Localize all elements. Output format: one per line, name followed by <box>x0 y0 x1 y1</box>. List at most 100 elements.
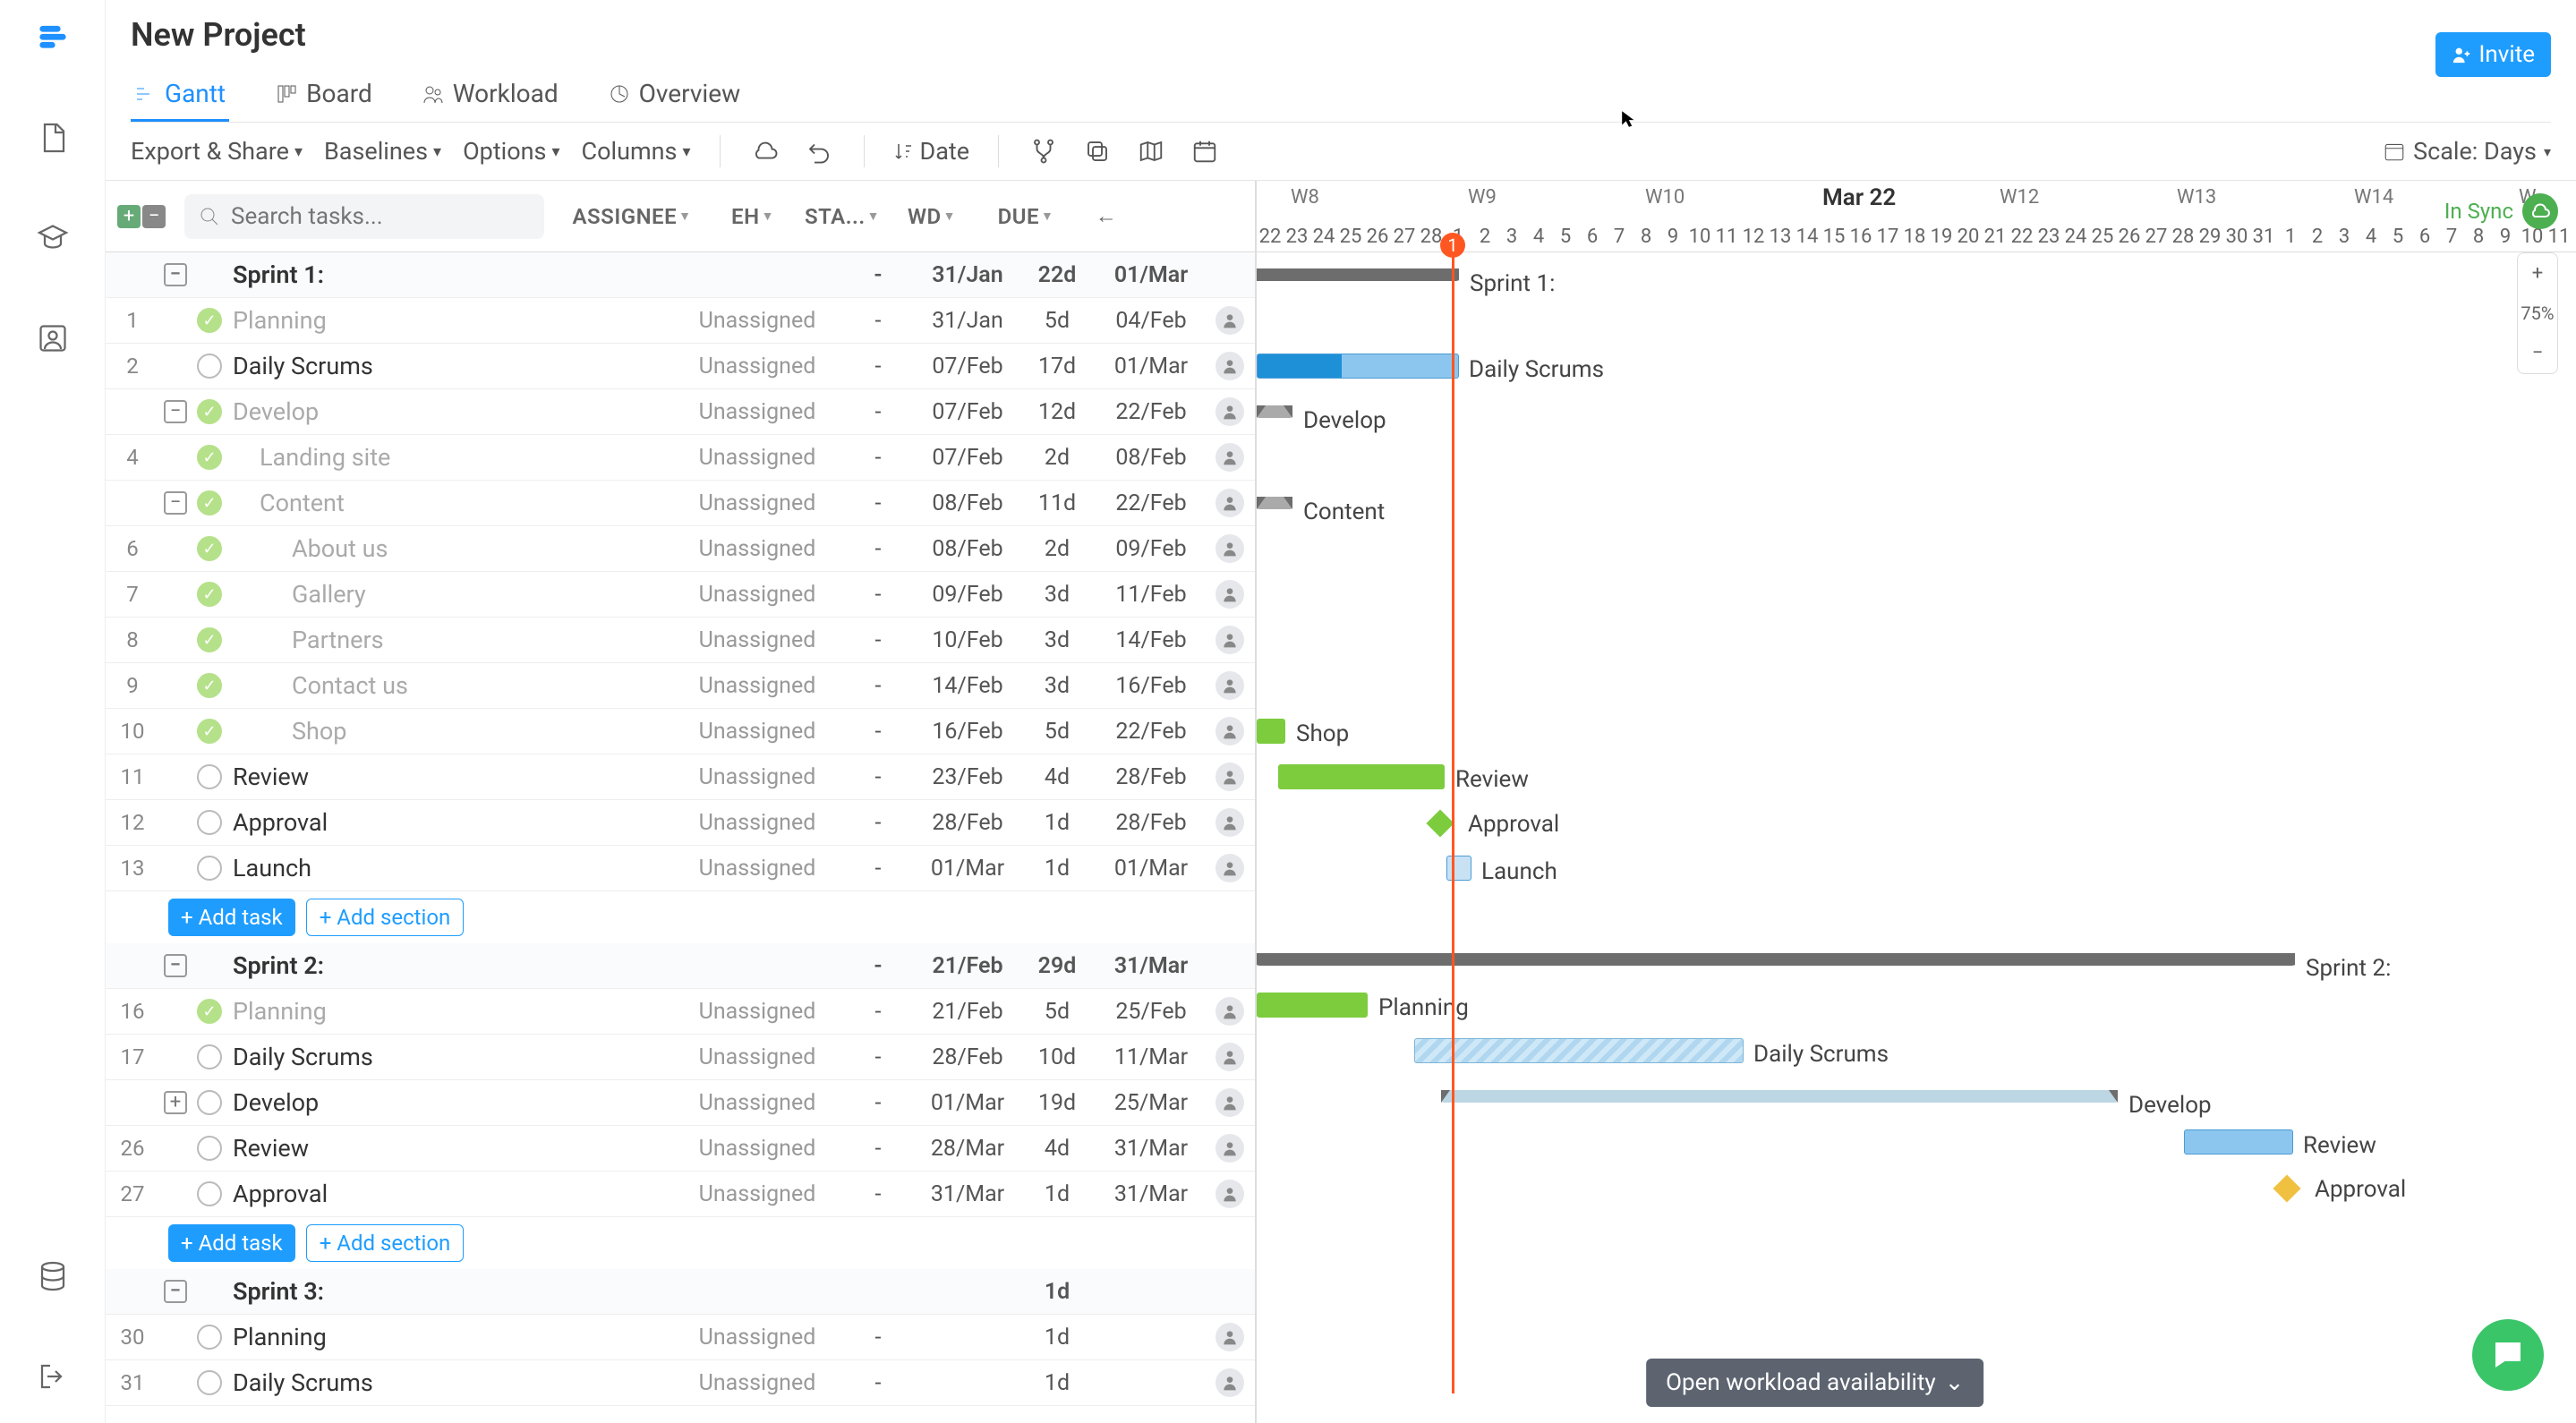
collapse-toggle[interactable] <box>159 1280 192 1303</box>
task-row[interactable]: 2Daily ScrumsUnassigned-07/Feb17d01/Mar <box>106 344 1255 389</box>
workload-availability-button[interactable]: Open workload availability⌄ <box>1646 1359 1983 1407</box>
assignee-avatar[interactable] <box>1205 1180 1255 1208</box>
branch-icon[interactable] <box>1028 135 1060 167</box>
task-row[interactable]: 13LaunchUnassigned-01/Mar1d01/Mar <box>106 846 1255 891</box>
status-icon[interactable] <box>192 764 227 789</box>
copy-icon[interactable] <box>1081 135 1113 167</box>
assignee-avatar[interactable] <box>1205 808 1255 837</box>
task-row[interactable]: 11ReviewUnassigned-23/Feb4d28/Feb <box>106 754 1255 800</box>
tab-workload[interactable]: Workload <box>419 68 562 122</box>
add-task-button[interactable]: + Add task <box>168 899 295 936</box>
gantt-bar[interactable]: Content <box>1257 497 1292 509</box>
assignee-avatar[interactable] <box>1205 1368 1255 1397</box>
milestone[interactable] <box>1426 809 1454 837</box>
contacts-icon[interactable] <box>33 319 73 358</box>
collapse-toggle[interactable] <box>159 263 192 286</box>
scale-dropdown[interactable]: Scale: Days▾ <box>2383 137 2551 166</box>
assignee-avatar[interactable] <box>1205 717 1255 746</box>
invite-button[interactable]: Invite <box>2435 32 2551 77</box>
gantt-bar[interactable]: Sprint 2: <box>1257 953 2295 966</box>
tab-board[interactable]: Board <box>272 68 376 122</box>
task-row[interactable]: 27ApprovalUnassigned-31/Mar1d31/Mar <box>106 1172 1255 1217</box>
calendar-icon[interactable] <box>1189 135 1221 167</box>
status-icon[interactable] <box>192 1181 227 1206</box>
status-icon[interactable] <box>192 719 227 744</box>
assignee-avatar[interactable] <box>1205 534 1255 563</box>
add-task-button[interactable]: + Add task <box>168 1224 295 1262</box>
search-box[interactable] <box>184 194 544 239</box>
collapse-toggle[interactable] <box>159 954 192 977</box>
status-icon[interactable] <box>192 582 227 607</box>
options-dropdown[interactable]: Options <box>463 137 559 166</box>
assignee-avatar[interactable] <box>1205 997 1255 1026</box>
task-row[interactable]: 12ApprovalUnassigned-28/Feb1d28/Feb <box>106 800 1255 846</box>
status-icon[interactable] <box>192 999 227 1024</box>
gantt-bar[interactable]: Planning <box>1257 993 1368 1018</box>
task-row[interactable]: DevelopUnassigned-01/Mar19d25/Mar <box>106 1080 1255 1126</box>
status-icon[interactable] <box>192 627 227 652</box>
task-row[interactable]: 16PlanningUnassigned-21/Feb5d25/Feb <box>106 989 1255 1035</box>
database-icon[interactable] <box>33 1257 73 1296</box>
task-row[interactable]: DevelopUnassigned-07/Feb12d22/Feb <box>106 389 1255 435</box>
learn-icon[interactable] <box>33 218 73 258</box>
status-icon[interactable] <box>192 536 227 561</box>
zoom-out[interactable]: − <box>2532 333 2544 373</box>
task-row[interactable]: 8PartnersUnassigned-10/Feb3d14/Feb <box>106 618 1255 663</box>
gantt-bar[interactable]: Daily Scrums <box>1414 1038 1744 1063</box>
status-icon[interactable] <box>192 1044 227 1069</box>
doc-icon[interactable] <box>33 118 73 158</box>
assignee-avatar[interactable] <box>1205 443 1255 472</box>
add-section-button[interactable]: + Add section <box>306 1224 465 1262</box>
tab-gantt[interactable]: Gantt <box>131 68 229 122</box>
task-row[interactable]: 31Daily ScrumsUnassigned-1d <box>106 1360 1255 1406</box>
assignee-avatar[interactable] <box>1205 489 1255 517</box>
status-icon[interactable] <box>192 354 227 379</box>
export-dropdown[interactable]: Export & Share <box>131 137 303 166</box>
task-row[interactable]: 26ReviewUnassigned-28/Mar4d31/Mar <box>106 1126 1255 1172</box>
assignee-avatar[interactable] <box>1205 397 1255 426</box>
status-icon[interactable] <box>192 1325 227 1350</box>
undo-icon[interactable] <box>803 135 835 167</box>
zoom-in[interactable]: + <box>2532 253 2543 294</box>
back-arrow-icon[interactable]: ← <box>1079 203 1133 229</box>
assignee-avatar[interactable] <box>1205 1088 1255 1117</box>
chat-fab[interactable] <box>2472 1319 2544 1391</box>
gantt-chart[interactable]: W8W9W10W12W13W14W Mar 22 Apr 2 222324252… <box>1257 181 2576 1423</box>
status-icon[interactable] <box>192 399 227 424</box>
task-row[interactable]: 1PlanningUnassigned-31/Jan5d04/Feb <box>106 298 1255 344</box>
assignee-avatar[interactable] <box>1205 763 1255 791</box>
task-row[interactable]: 10ShopUnassigned-16/Feb5d22/Feb <box>106 709 1255 754</box>
assignee-avatar[interactable] <box>1205 626 1255 654</box>
collapse-toggle[interactable] <box>159 1091 192 1114</box>
status-icon[interactable] <box>192 308 227 333</box>
col-due[interactable]: DUE▼ <box>972 204 1079 229</box>
collapse-toggle[interactable] <box>159 400 192 423</box>
col-sta[interactable]: STA...▼ <box>793 204 891 229</box>
gantt-bar[interactable]: Daily Scrums <box>1257 354 1459 379</box>
assignee-avatar[interactable] <box>1205 1043 1255 1071</box>
status-icon[interactable] <box>192 490 227 516</box>
cloud-icon[interactable] <box>749 135 781 167</box>
gantt-bar[interactable]: Launch <box>1446 856 1471 881</box>
section-row[interactable]: Sprint 2:-21/Feb29d31/Mar <box>106 943 1255 989</box>
section-row[interactable]: Sprint 3:1d <box>106 1269 1255 1315</box>
columns-dropdown[interactable]: Columns <box>582 137 691 166</box>
map-icon[interactable] <box>1135 135 1167 167</box>
assignee-avatar[interactable] <box>1205 1323 1255 1351</box>
status-icon[interactable] <box>192 1136 227 1161</box>
assignee-avatar[interactable] <box>1205 580 1255 609</box>
task-row[interactable]: 30PlanningUnassigned-1d <box>106 1315 1255 1360</box>
baselines-dropdown[interactable]: Baselines <box>324 137 441 166</box>
milestone[interactable] <box>2273 1174 2300 1202</box>
app-logo[interactable] <box>33 18 73 57</box>
gantt-bar[interactable]: Review <box>1278 764 1445 789</box>
sort-date-button[interactable]: Date <box>893 135 970 167</box>
col-eh[interactable]: EH▼ <box>712 204 793 229</box>
assignee-avatar[interactable] <box>1205 306 1255 335</box>
status-icon[interactable] <box>192 1370 227 1395</box>
col-assignee[interactable]: ASSIGNEE▼ <box>551 204 712 229</box>
task-row[interactable]: 6About usUnassigned-08/Feb2d09/Feb <box>106 526 1255 572</box>
col-wd[interactable]: WD▼ <box>891 204 972 229</box>
section-row[interactable]: Sprint 1:-31/Jan22d01/Mar <box>106 252 1255 298</box>
gantt-bar[interactable]: Sprint 1: <box>1257 268 1459 281</box>
